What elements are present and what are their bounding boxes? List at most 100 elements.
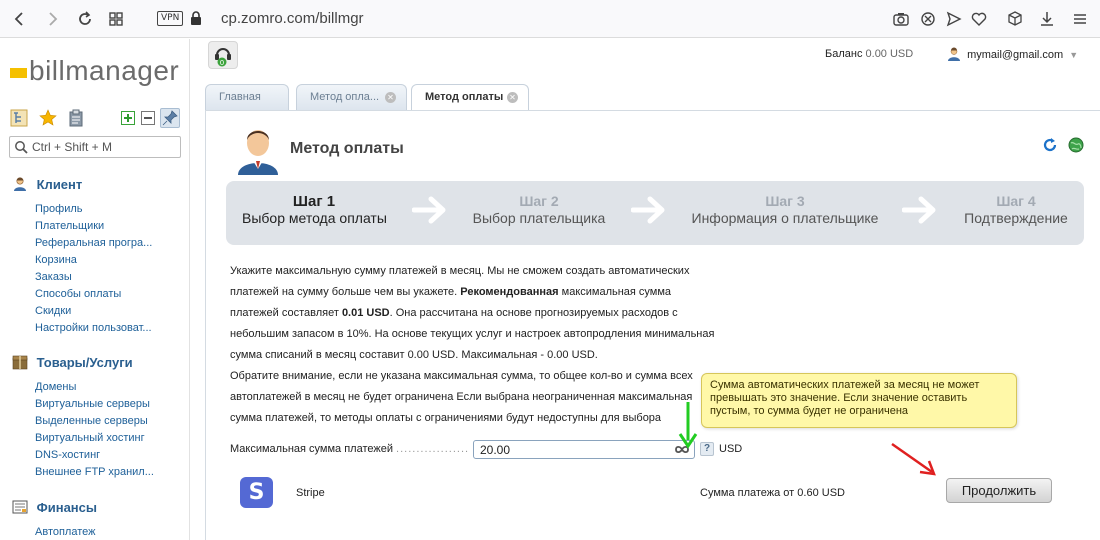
page-title: Метод оплаты	[290, 140, 404, 157]
section-client[interactable]: Клиент	[12, 176, 82, 194]
step-4: Шаг 4 Подтверждение	[963, 193, 1069, 227]
logo-bar	[10, 68, 27, 78]
balance-value: 0.00 USD	[865, 48, 914, 60]
field-tooltip: Сумма автоматических платежей за месяц н…	[701, 373, 1017, 428]
step-title: Выбор метода оплаты	[242, 210, 387, 226]
section-finance[interactable]: Финансы	[12, 499, 97, 517]
tab-home[interactable]: Главная	[205, 84, 289, 110]
tab-label: Метод опла...	[310, 91, 380, 103]
send-icon[interactable]	[944, 9, 964, 29]
back-icon[interactable]	[10, 9, 30, 29]
reload-icon[interactable]	[75, 9, 95, 29]
finance-icon	[12, 499, 28, 515]
sidebar-item-referral[interactable]: Реферальная програ...	[35, 236, 152, 250]
step-1: Шаг 1 Выбор метода оплаты	[242, 193, 387, 227]
arrow-right-icon	[631, 196, 665, 224]
sidebar-item-vps[interactable]: Виртуальные серверы	[35, 397, 150, 411]
section-title: Финансы	[36, 500, 97, 515]
tab-label: Метод оплаты	[425, 91, 504, 103]
tab-payment-method-1[interactable]: Метод опла... ✕	[296, 84, 407, 110]
sidebar-item-autopay[interactable]: Автоплатеж	[35, 525, 96, 539]
heart-icon[interactable]	[969, 9, 989, 29]
arrow-right-icon	[412, 196, 446, 224]
pin-icon[interactable]	[160, 108, 180, 128]
close-icon[interactable]: ✕	[385, 92, 396, 103]
chevron-down-icon: ▼	[1069, 50, 1079, 60]
step-number: Шаг 2	[519, 193, 559, 209]
sidebar-item-dns[interactable]: DNS-хостинг	[35, 448, 100, 462]
sidebar-toolbar	[10, 108, 182, 129]
desc-notice: Обратите внимание, если не указана макси…	[230, 370, 693, 424]
sidebar: billmanager Клиент Профиль Плательщи	[0, 39, 190, 540]
search-input[interactable]	[32, 139, 177, 155]
user-email: mymail@gmail.com	[967, 49, 1064, 61]
max-amount-field	[473, 440, 695, 459]
products-icon	[12, 354, 28, 370]
infinity-icon[interactable]	[674, 443, 690, 456]
clipboard-icon[interactable]	[67, 109, 85, 127]
step-title: Выбор плательщика	[472, 210, 606, 226]
forward-icon[interactable]	[42, 9, 62, 29]
support-button[interactable]: 0	[208, 41, 238, 69]
sidebar-search	[9, 136, 181, 158]
section-title: Товары/Услуги	[36, 355, 133, 370]
main-panel: Метод оплаты Шаг 1 Выбор метода оплаты Ш…	[205, 110, 1100, 540]
menu-icon[interactable]	[1070, 9, 1090, 29]
sidebar-item-ftp[interactable]: Внешнее FTP хранил...	[35, 465, 154, 479]
max-amount-label: Максимальная сумма платежей ............…	[230, 443, 470, 455]
client-icon	[12, 176, 28, 192]
sidebar-item-hosting[interactable]: Виртуальный хостинг	[35, 431, 145, 445]
address-bar[interactable]: cp.zomro.com/billmgr	[221, 10, 364, 27]
sidebar-item-payment-methods[interactable]: Способы оплаты	[35, 287, 121, 301]
tree-view-icon[interactable]	[10, 109, 28, 127]
step-number: Шаг 4	[996, 193, 1036, 209]
search-icon	[15, 141, 28, 154]
wizard-steps: Шаг 1 Выбор метода оплаты Шаг 2 Выбор пл…	[226, 181, 1084, 245]
tab-bar: Главная Метод опла... ✕ Метод оплаты ✕	[190, 84, 1100, 111]
step-number: Шаг 1	[292, 193, 336, 210]
collapse-all-icon[interactable]	[141, 111, 155, 125]
sidebar-item-domains[interactable]: Домены	[35, 380, 76, 394]
sidebar-item-user-settings[interactable]: Настройки пользоват...	[35, 321, 152, 335]
refresh-icon[interactable]	[1042, 137, 1058, 153]
user-avatar-icon	[234, 123, 282, 175]
section-products[interactable]: Товары/Услуги	[12, 354, 133, 372]
vpn-badge[interactable]: VPN	[157, 11, 184, 26]
arrow-right-icon	[902, 196, 936, 224]
tab-payment-method-active[interactable]: Метод оплаты ✕	[411, 84, 529, 111]
expand-all-icon[interactable]	[121, 111, 135, 125]
sidebar-item-dedicated[interactable]: Выделенные серверы	[35, 414, 148, 428]
label-leader: .............................	[396, 443, 470, 455]
balance-label: Баланс	[825, 48, 863, 60]
sidebar-item-profile[interactable]: Профиль	[35, 202, 83, 216]
cube-icon[interactable]	[1005, 9, 1025, 29]
step-title: Информация о плательщике	[691, 210, 879, 226]
camera-icon[interactable]	[891, 9, 911, 29]
sidebar-item-cart[interactable]: Корзина	[35, 253, 77, 267]
logo-text: billmanager	[29, 55, 180, 86]
lock-icon[interactable]	[190, 11, 202, 25]
star-icon[interactable]	[39, 109, 57, 127]
balance: Баланс 0.00 USD	[825, 48, 913, 60]
header: 0 Баланс 0.00 USD mymail@gmail.com ▼	[190, 39, 1100, 84]
field-label-text: Максимальная сумма платежей	[230, 443, 393, 455]
stripe-logo: S	[240, 477, 273, 508]
desc-bold: 0.01 USD	[341, 307, 390, 319]
sidebar-item-discounts[interactable]: Скидки	[35, 304, 71, 318]
step-3: Шаг 3 Информация о плательщике	[691, 193, 879, 227]
currency-label: USD	[719, 443, 743, 455]
tab-label: Главная	[219, 91, 261, 103]
user-menu[interactable]: mymail@gmail.com ▼	[947, 47, 1078, 61]
sidebar-item-orders[interactable]: Заказы	[35, 270, 72, 284]
max-amount-input[interactable]	[480, 442, 660, 457]
desc-bold: Рекомендованная	[460, 286, 559, 298]
block-icon[interactable]	[918, 9, 938, 29]
close-icon[interactable]: ✕	[507, 92, 518, 103]
continue-button[interactable]: Продолжить	[946, 478, 1052, 503]
section-title: Клиент	[36, 177, 83, 192]
sidebar-item-payers[interactable]: Плательщики	[35, 219, 104, 233]
help-icon[interactable]: ?	[700, 442, 714, 456]
tabs-grid-icon[interactable]	[106, 9, 126, 29]
download-icon[interactable]	[1037, 9, 1057, 29]
globe-icon[interactable]	[1068, 137, 1084, 153]
